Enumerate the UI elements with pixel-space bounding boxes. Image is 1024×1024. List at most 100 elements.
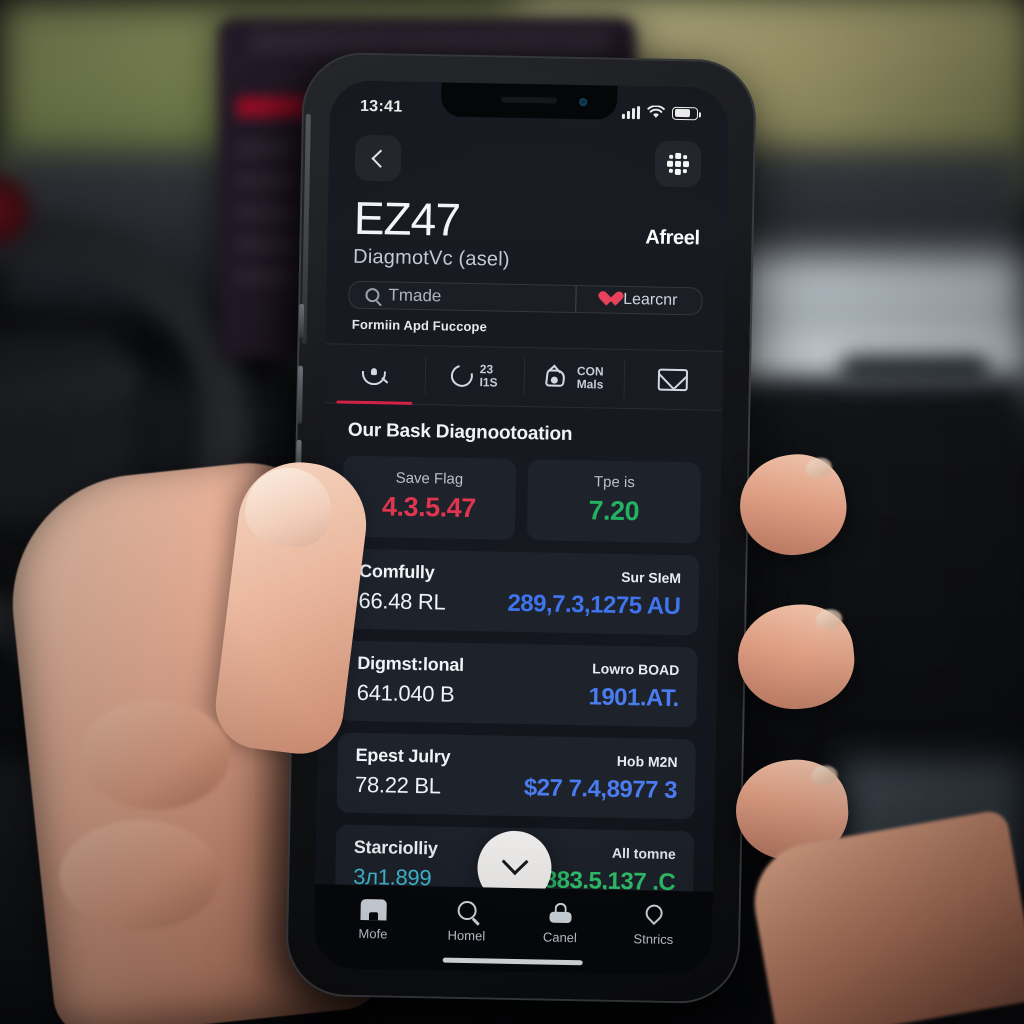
earpiece-speaker <box>501 96 558 104</box>
heart-icon <box>598 292 615 307</box>
row-title: Epest Julry <box>355 744 451 767</box>
front-camera <box>579 98 588 107</box>
bottom-nav-item-canel[interactable]: Canel <box>514 902 607 946</box>
app-root: 13:41 EZ47 DiagmotVc (asel) Afreel Tmade… <box>313 80 729 976</box>
row-tag: Hob M2N <box>616 752 678 770</box>
tab-bar: 23 I1S CON Mals <box>324 343 724 411</box>
table-row[interactable]: Starciolliy All tomne 3л1.899 883.5,137 … <box>334 824 695 892</box>
infotainment-row <box>236 268 296 286</box>
bottom-nav-label: Stnrics <box>633 931 674 947</box>
bottom-nav-item-stnrics[interactable]: Stnrics <box>607 901 700 948</box>
row-title: Digmst:lonal <box>357 652 465 675</box>
hand-knuckle <box>80 700 230 810</box>
infotainment-row <box>236 236 296 254</box>
tab-circle-progress[interactable]: 23 I1S <box>424 346 525 406</box>
search-placeholder: Tmade <box>388 285 442 306</box>
circle-progress-icon <box>446 360 477 391</box>
tab-circle-labels: 23 I1S <box>479 362 498 390</box>
table-row[interactable]: Comfully Sur SIeM 66.48 RL 289,7.3,1275 … <box>340 548 700 636</box>
infotainment-row <box>236 140 296 158</box>
bottom-nav-label: Homel <box>447 927 486 944</box>
hand-knuckle <box>60 820 220 930</box>
chevron-left-icon <box>370 149 390 168</box>
row-sub: 641.040 B <box>356 679 455 707</box>
row-tag: Lowro BOAD <box>592 660 680 678</box>
search-icon <box>457 900 477 921</box>
row-value: 883.5,137 .C <box>543 866 676 892</box>
table-row[interactable]: Digmst:lonal Lowro BOAD 641.040 B 1901.A… <box>338 640 698 728</box>
table-row[interactable]: Epest Julry Hob M2N 78.22 BL $27 7.4,897… <box>336 732 696 820</box>
bottom-nav-label: Canel <box>542 929 578 946</box>
infotainment-header <box>250 30 610 54</box>
row-title: Comfully <box>358 560 435 583</box>
row-header: Comfully Sur SIeM <box>359 561 681 588</box>
row-header: Digmst:lonal Lowro BOAD <box>357 653 679 680</box>
favorite-label: Learcnr <box>622 290 678 309</box>
house-tag-icon <box>544 364 570 389</box>
page-subtitle: DiagmotVc (asel) <box>352 245 510 271</box>
favorite-button[interactable]: Learcnr <box>576 290 702 310</box>
phone-mute-switch[interactable] <box>298 303 305 338</box>
row-title: Starciolliy <box>353 836 438 859</box>
section-title: Our Bask Diagnootoation <box>347 419 573 445</box>
tab-con-line2: Mals <box>576 376 604 392</box>
wifi-icon <box>647 105 665 118</box>
row-body: 66.48 RL 289,7.3,1275 AU <box>358 587 680 621</box>
photo-scene: 13:41 EZ47 DiagmotVc (asel) Afreel Tmade… <box>0 0 1024 1024</box>
tab-circle-line2: I1S <box>479 375 498 390</box>
app-scroll-area[interactable]: 13:41 EZ47 DiagmotVc (asel) Afreel Tmade… <box>315 80 728 892</box>
content-list: Our Bask Diagnootoation Save Flag 4.3.5.… <box>315 403 722 892</box>
air-vent <box>840 355 990 385</box>
person-search-icon <box>361 362 389 386</box>
grid-cluster-icon <box>666 152 690 176</box>
brand-label: Afreel <box>645 226 700 250</box>
search-input[interactable]: Tmade <box>349 285 575 309</box>
row-sub: 66.48 RL <box>358 587 446 615</box>
search-icon <box>365 287 380 303</box>
infotainment-alert <box>236 96 312 118</box>
location-pin-icon <box>641 901 666 926</box>
row-value: 1901.AT. <box>588 683 680 712</box>
tab-con-mals[interactable]: CON Mals <box>523 348 624 408</box>
chevron-down-icon <box>501 848 529 876</box>
bottom-nav-item-mofe[interactable]: Mofe <box>327 898 420 942</box>
row-value: $27 7.4,8977 3 <box>523 774 678 804</box>
stat-label: Tpe is <box>593 473 635 492</box>
tab-messages[interactable] <box>623 350 724 410</box>
stat-card[interactable]: Save Flag 4.3.5.47 <box>341 455 517 540</box>
row-tag: All tomne <box>611 844 676 862</box>
envelope-icon <box>657 368 689 392</box>
stat-value: 4.3.5.47 <box>381 491 476 524</box>
back-button[interactable] <box>354 134 402 182</box>
phone-screen: 13:41 EZ47 DiagmotVc (asel) Afreel Tmade… <box>313 80 729 976</box>
status-indicators <box>621 105 699 120</box>
lock-icon <box>548 902 572 924</box>
row-header: Epest Julry Hob M2N <box>355 745 677 772</box>
phone-notch <box>440 82 618 120</box>
stat-card-group: Save Flag 4.3.5.47 Tpe is 7.20 <box>341 455 702 544</box>
infotainment-row <box>236 172 296 190</box>
row-tag: Sur SIeM <box>621 568 682 586</box>
stat-label: Save Flag <box>395 469 464 488</box>
header-text-group: EZ47 DiagmotVc (asel) <box>352 191 511 272</box>
stat-card[interactable]: Tpe is 7.20 <box>526 459 702 544</box>
menu-button[interactable] <box>654 140 702 188</box>
stat-value: 7.20 <box>588 495 640 527</box>
row-sub: 78.22 BL <box>354 771 441 799</box>
tab-person-search[interactable] <box>324 344 425 404</box>
battery-icon <box>671 106 699 120</box>
row-value: 289,7.3,1275 AU <box>507 589 681 620</box>
signal-bars-icon <box>621 105 641 119</box>
phone-volume-up-button[interactable] <box>296 365 304 424</box>
tab-con-labels: CON Mals <box>576 364 604 392</box>
bottom-nav-item-homel[interactable]: Homel <box>420 900 513 944</box>
status-time: 13:41 <box>359 97 403 116</box>
row-body: 641.040 B 1901.AT. <box>357 679 679 713</box>
page-title: EZ47 <box>353 191 461 246</box>
infotainment-row <box>236 204 296 222</box>
home-icon <box>360 898 387 921</box>
row-body: 78.22 BL $27 7.4,8977 3 <box>355 771 677 805</box>
header-block: EZ47 DiagmotVc (asel) Afreel <box>327 180 727 276</box>
home-indicator <box>442 957 583 965</box>
bottom-nav: Mofe Homel Canel Stnrics <box>313 884 714 954</box>
